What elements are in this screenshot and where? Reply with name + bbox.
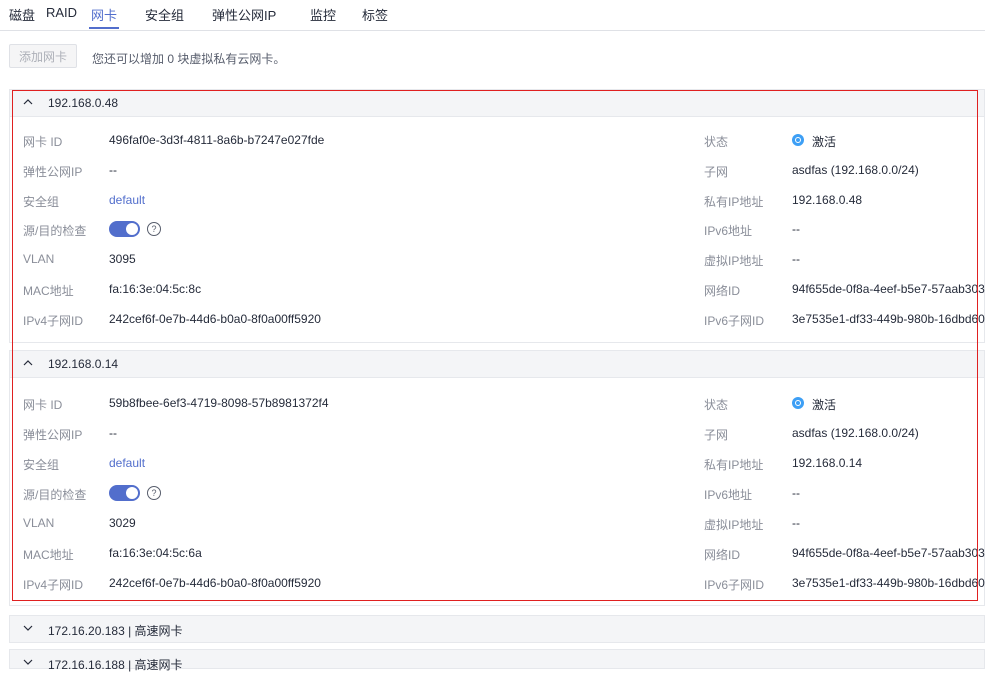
vlan-label: VLAN xyxy=(23,252,55,266)
active-tab-indicator xyxy=(89,27,119,29)
tab-tags[interactable]: 标签 xyxy=(362,5,388,24)
mac-value: fa:16:3e:04:5c:8c xyxy=(109,282,202,296)
tab-eip[interactable]: 弹性公网IP xyxy=(212,5,276,24)
status-active-icon xyxy=(792,397,804,409)
security-group-label: 安全组 xyxy=(23,458,60,472)
ipv4-subnet-id-value: 242cef6f-0e7b-44d6-b0a0-8f0a00ff5920 xyxy=(109,576,321,590)
security-group-label: 安全组 xyxy=(23,195,60,209)
ipv6-subnet-id-value: 3e7535e1-df33-449b-980b-16dbd60c26c2 xyxy=(792,576,985,590)
eip-label: 弹性公网IP xyxy=(23,165,83,179)
nic-header-label: 172.16.16.188 | 高速网卡 xyxy=(48,658,183,672)
nic-id-value: 59b8fbee-6ef3-4719-8098-57b8981372f4 xyxy=(109,396,329,410)
tab-nic[interactable]: 网卡 xyxy=(91,5,117,24)
eip-value: -- xyxy=(109,163,117,177)
private-ip-value: 192.168.0.14 xyxy=(792,456,863,470)
status-active-icon xyxy=(792,134,804,146)
virtual-ip-value: -- xyxy=(792,252,800,266)
nic-details-panel: 网卡 ID 59b8fbee-6ef3-4719-8098-57b8981372… xyxy=(9,378,985,606)
ipv4-subnet-id-label: IPv4子网ID xyxy=(23,314,84,328)
src-dst-check-label: 源/目的检查 xyxy=(23,488,87,502)
tab-bar: 磁盘 RAID 网卡 安全组 弹性公网IP 监控 标签 xyxy=(0,0,985,31)
nic-details-panel: 网卡 ID 496faf0e-3d3f-4811-8a6b-b7247e027f… xyxy=(9,117,985,343)
subnet-value: asdfas (192.168.0.0/24) xyxy=(792,426,919,440)
private-ip-value: 192.168.0.48 xyxy=(792,193,863,207)
network-id-value: 94f655de-0f8a-4eef-b5e7-57aab3031db7 xyxy=(792,546,985,560)
help-icon[interactable]: ? xyxy=(147,486,161,500)
ipv6-label: IPv6地址 xyxy=(704,488,753,502)
nic-panel-header[interactable]: 172.16.16.188 | 高速网卡 xyxy=(9,649,985,672)
virtual-ip-label: 虚拟IP地址 xyxy=(704,518,764,532)
status-label: 状态 xyxy=(704,398,729,412)
src-dst-check-toggle[interactable] xyxy=(109,485,140,501)
subnet-value: asdfas (192.168.0.0/24) xyxy=(792,163,919,177)
nic-header-label: 192.168.0.14 xyxy=(48,357,119,371)
chevron-up-icon xyxy=(23,360,33,366)
private-ip-label: 私有IP地址 xyxy=(704,195,764,209)
status-value: 激活 xyxy=(812,135,837,149)
security-group-link[interactable]: default xyxy=(109,456,145,470)
nic-panel-header[interactable]: 172.16.20.183 | 高速网卡 xyxy=(9,615,985,643)
network-id-value: 94f655de-0f8a-4eef-b5e7-57aab3031db7 xyxy=(792,282,985,296)
ipv6-value: -- xyxy=(792,486,800,500)
mac-label: MAC地址 xyxy=(23,548,74,562)
add-nic-button[interactable]: 添加网卡 xyxy=(9,44,77,68)
status-value: 激活 xyxy=(812,398,837,412)
mac-value: fa:16:3e:04:5c:6a xyxy=(109,546,202,560)
ipv4-subnet-id-label: IPv4子网ID xyxy=(23,578,84,592)
tab-security-group[interactable]: 安全组 xyxy=(145,5,184,24)
virtual-ip-label: 虚拟IP地址 xyxy=(704,254,764,268)
nic-panel-header[interactable]: 192.168.0.14 xyxy=(9,350,985,378)
tab-monitoring[interactable]: 监控 xyxy=(310,5,336,24)
nic-id-value: 496faf0e-3d3f-4811-8a6b-b7247e027fde xyxy=(109,133,325,147)
tab-raid[interactable]: RAID xyxy=(46,5,77,20)
security-group-link[interactable]: default xyxy=(109,193,145,207)
src-dst-check-label: 源/目的检查 xyxy=(23,224,87,238)
chevron-down-icon xyxy=(23,659,33,665)
ipv6-subnet-id-label: IPv6子网ID xyxy=(704,578,765,592)
ipv6-subnet-id-value: 3e7535e1-df33-449b-980b-16dbd60c26c2 xyxy=(792,312,985,326)
virtual-ip-value: -- xyxy=(792,516,800,530)
nic-header-label: 172.16.20.183 | 高速网卡 xyxy=(48,624,183,638)
subnet-label: 子网 xyxy=(704,165,729,179)
nic-id-label: 网卡 ID xyxy=(23,135,63,149)
nic-id-label: 网卡 ID xyxy=(23,398,63,412)
quota-hint: 您还可以增加 0 块虚拟私有云网卡。 xyxy=(92,52,286,66)
network-id-label: 网络ID xyxy=(704,284,741,298)
help-icon[interactable]: ? xyxy=(147,222,161,236)
nic-header-label: 192.168.0.48 xyxy=(48,96,119,110)
ipv6-value: -- xyxy=(792,222,800,236)
status-label: 状态 xyxy=(704,135,729,149)
vlan-label: VLAN xyxy=(23,516,55,530)
ipv6-label: IPv6地址 xyxy=(704,224,753,238)
nic-panel-header[interactable]: 192.168.0.48 xyxy=(9,89,985,117)
eip-label: 弹性公网IP xyxy=(23,428,83,442)
mac-label: MAC地址 xyxy=(23,284,74,298)
eip-value: -- xyxy=(109,426,117,440)
network-id-label: 网络ID xyxy=(704,548,741,562)
src-dst-check-toggle[interactable] xyxy=(109,221,140,237)
chevron-down-icon xyxy=(23,625,33,631)
tab-disk[interactable]: 磁盘 xyxy=(9,5,35,24)
ipv6-subnet-id-label: IPv6子网ID xyxy=(704,314,765,328)
private-ip-label: 私有IP地址 xyxy=(704,458,764,472)
vlan-value: 3095 xyxy=(109,252,136,266)
chevron-up-icon xyxy=(23,99,33,105)
vlan-value: 3029 xyxy=(109,516,136,530)
ipv4-subnet-id-value: 242cef6f-0e7b-44d6-b0a0-8f0a00ff5920 xyxy=(109,312,321,326)
subnet-label: 子网 xyxy=(704,428,729,442)
